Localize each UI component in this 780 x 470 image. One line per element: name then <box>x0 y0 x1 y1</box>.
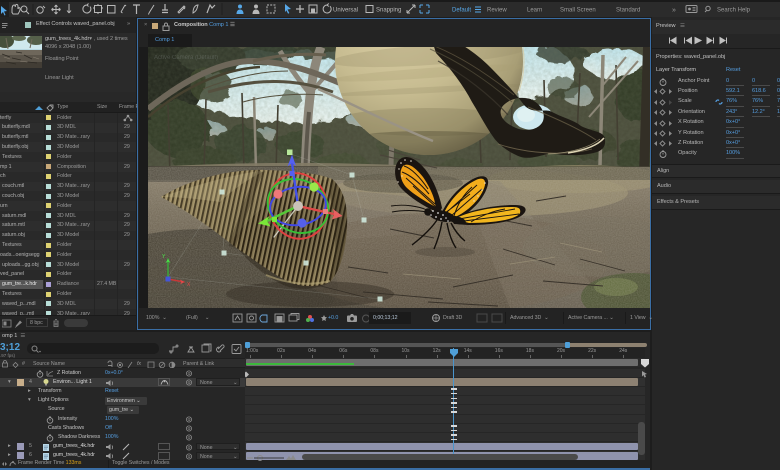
svg-text:Universal: Universal <box>333 8 358 14</box>
svg-text:X: X <box>187 282 191 288</box>
svg-text:Small Screen: Small Screen <box>560 8 596 14</box>
svg-text:Y: Y <box>162 254 166 260</box>
svg-text:Snapping: Snapping <box>376 8 401 14</box>
svg-text:Review: Review <box>487 8 507 14</box>
svg-text:Default: Default <box>452 8 471 14</box>
svg-text:»: » <box>672 7 676 14</box>
svg-text:Search Help: Search Help <box>717 8 751 14</box>
svg-text:Standard: Standard <box>616 8 640 14</box>
svg-text:Learn: Learn <box>527 8 542 14</box>
